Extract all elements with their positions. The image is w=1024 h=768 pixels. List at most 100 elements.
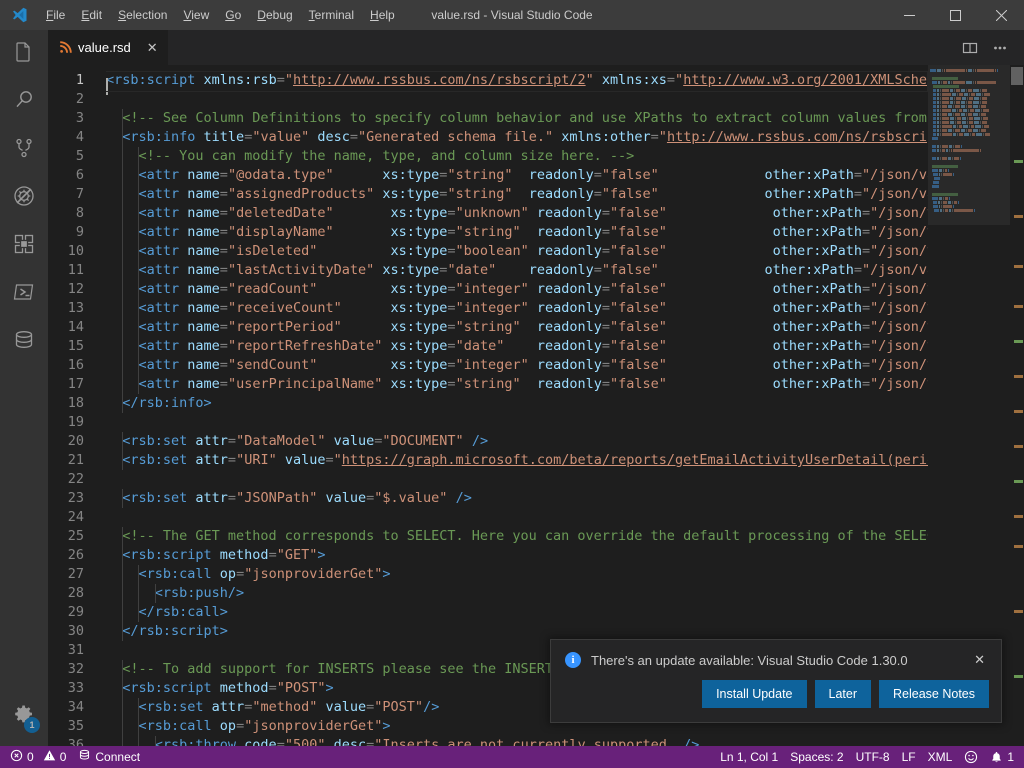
minimize-button[interactable] bbox=[886, 0, 932, 30]
indentation-status[interactable]: Spaces: 2 bbox=[784, 746, 849, 768]
code-line[interactable]: <attr name="receiveCount" xs:type="integ… bbox=[106, 299, 928, 318]
sidebar-item-search[interactable] bbox=[0, 78, 48, 126]
menu-go[interactable]: Go bbox=[217, 0, 249, 30]
menu-selection[interactable]: Selection bbox=[110, 0, 175, 30]
code-line[interactable]: <attr name="userPrincipalName" xs:type="… bbox=[106, 375, 928, 394]
code-line[interactable]: <rsb:push/> bbox=[106, 584, 928, 603]
code-token: = bbox=[350, 129, 358, 145]
code-token: other:xPath bbox=[773, 376, 862, 392]
code-line[interactable]: <attr name="readCount" xs:type="integer"… bbox=[106, 280, 928, 299]
cursor-position[interactable]: Ln 1, Col 1 bbox=[714, 746, 784, 768]
code-token: = bbox=[269, 680, 277, 696]
code-line[interactable]: <attr name="reportPeriod" xs:type="strin… bbox=[106, 318, 928, 337]
code-line[interactable]: <attr name="displayName" xs:type="string… bbox=[106, 223, 928, 242]
code-line[interactable]: <rsb:script xmlns:rsb="http://www.rssbus… bbox=[106, 71, 928, 90]
overview-mark bbox=[1014, 305, 1023, 308]
code-line[interactable]: <!-- See Column Definitions to specify c… bbox=[106, 109, 928, 128]
manage-settings-button[interactable]: 1 bbox=[0, 692, 48, 740]
code-line[interactable]: <rsb:throw code="500" desc="Inserts are … bbox=[106, 736, 928, 746]
split-editor-button[interactable] bbox=[956, 34, 984, 62]
eol-status[interactable]: LF bbox=[896, 746, 922, 768]
sidebar-item-extensions[interactable] bbox=[0, 222, 48, 270]
code-token: other:xPath bbox=[773, 357, 862, 373]
code-token bbox=[317, 281, 390, 297]
code-line[interactable]: <rsb:script method="GET"> bbox=[106, 546, 928, 565]
code-token: <attr bbox=[106, 167, 187, 183]
menu-bar[interactable]: File Edit Selection View Go Debug Termin… bbox=[38, 0, 403, 30]
menu-edit[interactable]: Edit bbox=[73, 0, 110, 30]
notification-toast[interactable]: i There's an update available: Visual St… bbox=[550, 639, 1002, 723]
code-line[interactable]: <rsb:set attr="URI" value="https://graph… bbox=[106, 451, 928, 470]
code-line[interactable]: <attr name="lastActivityDate" xs:type="d… bbox=[106, 261, 928, 280]
sidebar-item-database[interactable] bbox=[0, 318, 48, 366]
code-line[interactable]: <attr name="assignedProducts" xs:type="s… bbox=[106, 185, 928, 204]
line-number: 21 bbox=[48, 451, 84, 470]
scrollbar-thumb[interactable] bbox=[1011, 67, 1023, 85]
sidebar-item-debug[interactable] bbox=[0, 174, 48, 222]
indent-guide bbox=[122, 204, 123, 223]
code-line[interactable]: <attr name="reportRefreshDate" xs:type="… bbox=[106, 337, 928, 356]
line-number: 34 bbox=[48, 698, 84, 717]
menu-file[interactable]: File bbox=[38, 0, 73, 30]
indent-guide bbox=[122, 584, 123, 603]
code-line[interactable]: <rsb:info title="value" desc="Generated … bbox=[106, 128, 928, 147]
later-button[interactable]: Later bbox=[815, 680, 872, 708]
code-token bbox=[675, 737, 683, 746]
maximize-button[interactable] bbox=[932, 0, 978, 30]
menu-debug[interactable]: Debug bbox=[249, 0, 300, 30]
code-token: "false" bbox=[610, 224, 667, 240]
notification-close-icon[interactable]: ✕ bbox=[970, 652, 989, 668]
feedback-button[interactable] bbox=[958, 746, 984, 768]
code-token: name bbox=[187, 338, 220, 354]
code-token: " bbox=[675, 72, 683, 88]
code-line[interactable] bbox=[106, 90, 928, 109]
code-token: <rsb:throw bbox=[106, 737, 244, 746]
code-line[interactable] bbox=[106, 413, 928, 432]
line-numbers: 1234567891011121314151617181920212223242… bbox=[48, 65, 106, 746]
code-line[interactable]: <attr name="@odata.type" xs:type="string… bbox=[106, 166, 928, 185]
code-line[interactable] bbox=[106, 508, 928, 527]
code-token: other:xPath bbox=[773, 281, 862, 297]
warning-count: 0 bbox=[60, 750, 67, 764]
code-line[interactable]: <rsb:set attr="JSONPath" value="$.value"… bbox=[106, 489, 928, 508]
overview-ruler[interactable] bbox=[1010, 65, 1024, 746]
code-token: name bbox=[187, 243, 220, 259]
tab-value-rsd[interactable]: value.rsd ✕ bbox=[48, 30, 169, 65]
connect-status[interactable]: Connect bbox=[72, 746, 146, 768]
code-line[interactable]: <!-- You can modify the name, type, and … bbox=[106, 147, 928, 166]
code-line[interactable]: <rsb:call op="jsonproviderGet"> bbox=[106, 565, 928, 584]
code-token: readonly bbox=[537, 281, 602, 297]
line-number: 19 bbox=[48, 413, 84, 432]
code-line[interactable]: <rsb:set attr="DataModel" value="DOCUMEN… bbox=[106, 432, 928, 451]
tab-close-icon[interactable]: ✕ bbox=[137, 40, 158, 56]
code-line[interactable]: <attr name="deletedDate" xs:type="unknow… bbox=[106, 204, 928, 223]
close-button[interactable] bbox=[978, 0, 1024, 30]
problems-status[interactable]: 0 0 bbox=[4, 746, 72, 768]
code-line[interactable]: <attr name="isDeleted" xs:type="boolean"… bbox=[106, 242, 928, 261]
code-line[interactable] bbox=[106, 470, 928, 489]
code-line[interactable]: <!-- The GET method corresponds to SELEC… bbox=[106, 527, 928, 546]
code-token: method bbox=[220, 547, 269, 563]
language-mode-status[interactable]: XML bbox=[922, 746, 959, 768]
code-token: name bbox=[187, 300, 220, 316]
code-line[interactable]: </rsb:call> bbox=[106, 603, 928, 622]
sidebar-item-explorer[interactable] bbox=[0, 30, 48, 78]
code-token bbox=[529, 357, 537, 373]
menu-view[interactable]: View bbox=[175, 0, 217, 30]
code-line[interactable]: <attr name="sendCount" xs:type="integer"… bbox=[106, 356, 928, 375]
minimap-slider[interactable] bbox=[928, 65, 1010, 225]
sidebar-item-powershell[interactable] bbox=[0, 270, 48, 318]
code-token: " bbox=[659, 129, 667, 145]
sidebar-item-source-control[interactable] bbox=[0, 126, 48, 174]
menu-terminal[interactable]: Terminal bbox=[301, 0, 362, 30]
code-token: code bbox=[244, 737, 277, 746]
more-actions-button[interactable] bbox=[986, 34, 1014, 62]
code-token: = bbox=[854, 167, 862, 183]
code-line[interactable]: </rsb:info> bbox=[106, 394, 928, 413]
menu-help[interactable]: Help bbox=[362, 0, 403, 30]
install-update-button[interactable]: Install Update bbox=[702, 680, 806, 708]
encoding-status[interactable]: UTF-8 bbox=[850, 746, 896, 768]
release-notes-button[interactable]: Release Notes bbox=[879, 680, 989, 708]
code-token: = bbox=[862, 357, 870, 373]
notifications-status[interactable]: 1 bbox=[984, 746, 1020, 768]
